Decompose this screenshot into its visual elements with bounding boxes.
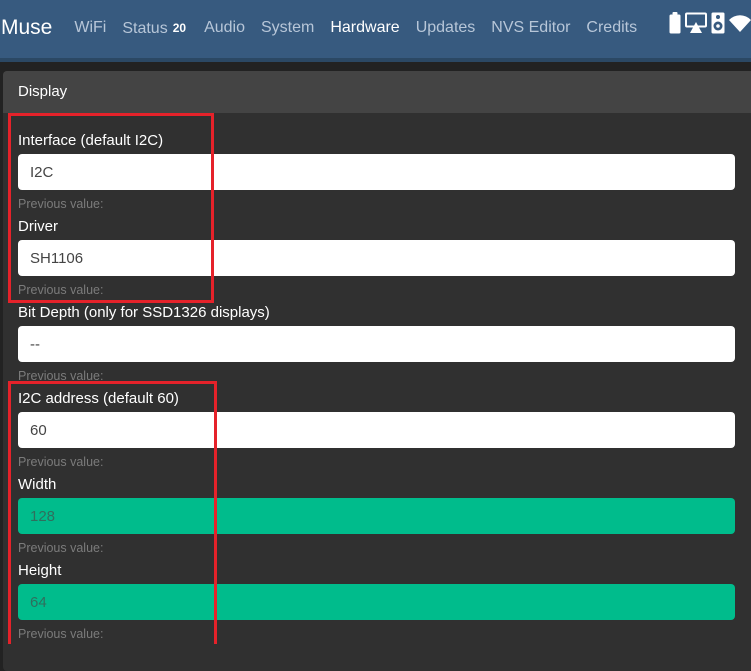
- i2c-address-previous-value: Previous value:: [18, 455, 104, 469]
- interface-previous-value: Previous value:: [18, 197, 104, 211]
- status-count-badge: 20: [172, 21, 187, 35]
- battery-icon: [669, 12, 681, 34]
- brand-logo[interactable]: Muse: [1, 16, 52, 40]
- i2c-address-input[interactable]: [18, 412, 735, 448]
- driver-input[interactable]: [18, 240, 735, 276]
- nav-menu: WiFi Status 20 Audio System Hardware Upda…: [74, 16, 653, 41]
- height-input[interactable]: [18, 584, 735, 620]
- nav-item-system[interactable]: System: [261, 16, 314, 40]
- card-header-display: Display: [3, 71, 751, 113]
- nav-item-wifi[interactable]: WiFi: [74, 16, 106, 40]
- top-navbar: Muse WiFi Status 20 Audio System Hardware…: [0, 0, 751, 62]
- interface-input[interactable]: [18, 154, 735, 190]
- nav-item-hardware[interactable]: Hardware: [330, 16, 399, 40]
- width-input[interactable]: [18, 498, 735, 534]
- nav-item-nvs-editor[interactable]: NVS Editor: [491, 16, 570, 40]
- height-label: Height: [18, 562, 62, 579]
- width-label: Width: [18, 476, 57, 493]
- airplay-icon: [685, 12, 707, 33]
- nav-item-status[interactable]: Status 20: [122, 16, 186, 41]
- wifi-icon: [729, 15, 751, 32]
- interface-label: Interface (default I2C): [18, 132, 164, 149]
- width-previous-value: Previous value:: [18, 541, 104, 555]
- driver-label: Driver: [18, 218, 58, 235]
- bit-depth-label: Bit Depth (only for SSD1326 displays): [18, 304, 270, 321]
- i2c-address-label: I2C address (default 60): [18, 390, 179, 407]
- speaker-icon: [711, 12, 725, 34]
- status-icons: [669, 12, 751, 34]
- nav-item-credits[interactable]: Credits: [586, 16, 637, 40]
- nav-item-status-label: Status: [122, 20, 168, 37]
- height-previous-value: Previous value:: [18, 627, 104, 641]
- bit-depth-input[interactable]: [18, 326, 735, 362]
- driver-previous-value: Previous value:: [18, 283, 104, 297]
- nav-item-audio[interactable]: Audio: [204, 16, 245, 40]
- bit-depth-previous-value: Previous value:: [18, 369, 104, 383]
- nav-item-updates[interactable]: Updates: [416, 16, 476, 40]
